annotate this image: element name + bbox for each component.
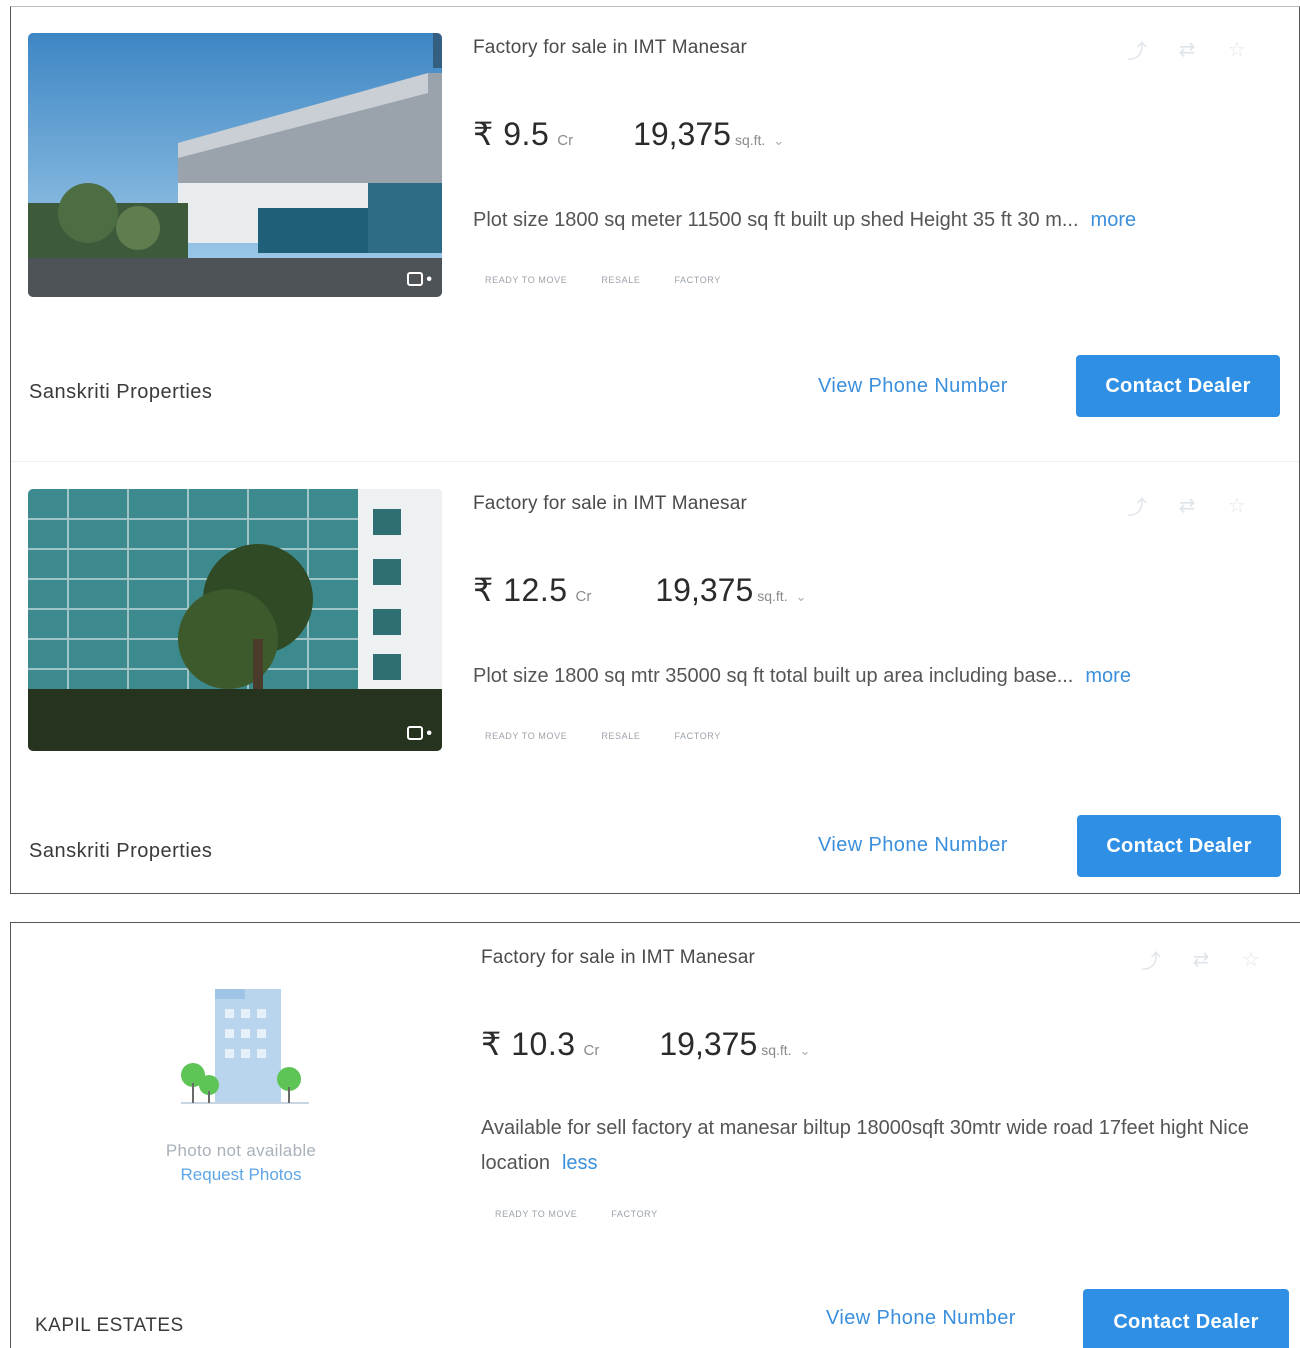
listing-card: • Factory for sale in IMT Manesar ⤴ ⇄ ☆ …	[11, 7, 1299, 462]
tag: Ready to move	[485, 731, 568, 741]
tag: Factory	[674, 275, 721, 285]
chevron-down-icon[interactable]: ⌄	[800, 1043, 811, 1059]
listing-title[interactable]: Factory for sale in IMT Manesar	[481, 947, 755, 969]
listing-title[interactable]: Factory for sale in IMT Manesar	[473, 37, 747, 59]
view-phone-link[interactable]: View Phone Number	[826, 1307, 1016, 1330]
listing-title[interactable]: Factory for sale in IMT Manesar	[473, 493, 747, 515]
chevron-down-icon[interactable]: ⌄	[773, 133, 784, 149]
contact-dealer-button[interactable]: Contact Dealer	[1083, 1289, 1289, 1348]
property-photo[interactable]: •	[28, 33, 442, 297]
shortlist-icon[interactable]: ⇄	[1189, 947, 1213, 971]
view-phone-link[interactable]: View Phone Number	[818, 834, 1008, 857]
area-value: 19,375	[659, 1026, 758, 1062]
chevron-down-icon[interactable]: ⌄	[796, 589, 807, 605]
dealer-name[interactable]: Sanskriti Properties	[29, 840, 212, 863]
star-icon[interactable]: ☆	[1225, 493, 1249, 517]
price-row: ₹ 9.5 Cr 19,375 sq.ft. ⌄	[473, 115, 784, 153]
price: ₹ 9.5	[473, 116, 550, 152]
tag-list: Ready to move Factory	[495, 1209, 658, 1219]
tag: Ready to move	[485, 275, 568, 285]
request-photos-link[interactable]: Request Photos	[151, 1165, 331, 1185]
description-text: Plot size 1800 sq mtr 35000 sq ft total …	[473, 665, 1074, 687]
dealer-name[interactable]: KAPIL ESTATES	[35, 1315, 184, 1337]
photo-count: •	[407, 725, 432, 743]
factory-photo-image	[28, 33, 442, 297]
camera-icon	[407, 726, 424, 740]
tag: Factory	[611, 1209, 658, 1219]
dealer-name[interactable]: Sanskriti Properties	[29, 381, 212, 404]
listing-actions: ⤴ ⇄ ☆	[1125, 37, 1249, 63]
price: ₹ 12.5	[473, 572, 568, 608]
shortlist-icon[interactable]: ⇄	[1175, 37, 1199, 61]
tag: Resale	[601, 275, 641, 285]
no-photo-placeholder: Photo not available Request Photos	[151, 983, 331, 1185]
tag: Factory	[674, 731, 721, 741]
listing-group-2: Photo not available Request Photos Facto…	[10, 922, 1300, 1348]
listing-group-1: • Factory for sale in IMT Manesar ⤴ ⇄ ☆ …	[10, 6, 1300, 894]
no-photo-text: Photo not available	[165, 1141, 317, 1160]
price-unit: Cr	[575, 588, 592, 605]
more-link[interactable]: more	[1091, 209, 1137, 231]
less-link[interactable]: less	[562, 1152, 598, 1174]
contact-dealer-button[interactable]: Contact Dealer	[1077, 815, 1281, 877]
price-unit: Cr	[557, 132, 574, 149]
more-link[interactable]: more	[1085, 665, 1131, 687]
area-unit: sq.ft.	[757, 588, 788, 604]
area-unit: sq.ft.	[761, 1042, 792, 1058]
star-icon[interactable]: ☆	[1239, 947, 1263, 971]
price-unit: Cr	[583, 1042, 600, 1059]
shortlist-icon[interactable]: ⇄	[1175, 493, 1199, 517]
share-icon[interactable]: ⤴	[1125, 37, 1149, 63]
factory-photo-image	[28, 489, 442, 751]
tag: Ready to move	[495, 1209, 578, 1219]
tag: Resale	[601, 731, 641, 741]
listing-card: • Factory for sale in IMT Manesar ⤴ ⇄ ☆ …	[11, 463, 1299, 893]
description-text: Plot size 1800 sq meter 11500 sq ft buil…	[473, 209, 1079, 231]
listing-description: Available for sell factory at manesar bi…	[481, 1111, 1281, 1181]
star-icon[interactable]: ☆	[1225, 37, 1249, 61]
contact-dealer-button[interactable]: Contact Dealer	[1076, 355, 1280, 417]
area-unit: sq.ft.	[734, 132, 766, 148]
view-phone-link[interactable]: View Phone Number	[818, 375, 1008, 398]
listing-description: Plot size 1800 sq mtr 35000 sq ft total …	[473, 659, 1263, 694]
listing-description: Plot size 1800 sq meter 11500 sq ft buil…	[473, 203, 1263, 238]
price: ₹ 10.3	[481, 1026, 576, 1062]
tag-list: Ready to move Resale Factory	[485, 275, 721, 285]
price-row: ₹ 12.5 Cr 19,375 sq.ft. ⌄	[473, 571, 807, 609]
listing-actions: ⤴ ⇄ ☆	[1125, 493, 1249, 519]
building-placeholder-icon	[181, 989, 309, 1104]
property-photo[interactable]: •	[28, 489, 442, 751]
listing-card: Photo not available Request Photos Facto…	[11, 923, 1300, 1348]
listing-actions: ⤴ ⇄ ☆	[1139, 947, 1263, 973]
share-icon[interactable]: ⤴	[1139, 947, 1163, 973]
photo-count: •	[407, 271, 432, 289]
camera-icon	[407, 272, 424, 286]
tag-list: Ready to move Resale Factory	[485, 731, 721, 741]
area-value: 19,375	[633, 116, 731, 152]
area-value: 19,375	[655, 572, 754, 608]
price-row: ₹ 10.3 Cr 19,375 sq.ft. ⌄	[481, 1025, 811, 1063]
share-icon[interactable]: ⤴	[1125, 493, 1149, 519]
